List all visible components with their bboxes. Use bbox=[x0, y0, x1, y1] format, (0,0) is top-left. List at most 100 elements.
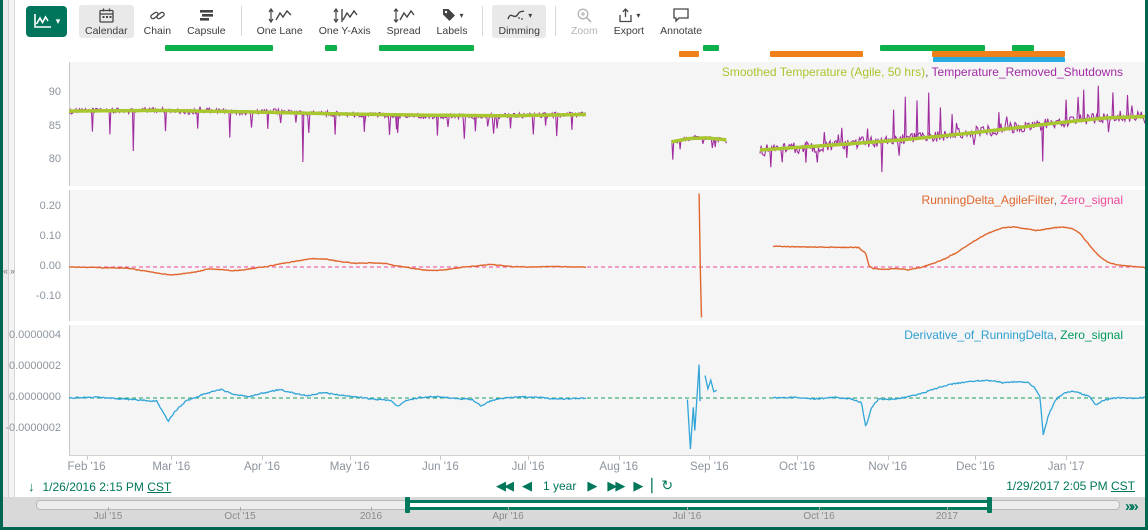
capsule-label: Capsule bbox=[187, 25, 226, 37]
step-forward-full-range-button[interactable]: ▶▶ bbox=[607, 478, 623, 494]
legend-item[interactable]: Derivative_of_RunningDelta bbox=[904, 328, 1053, 342]
step-forward-button[interactable]: ▶ bbox=[587, 478, 597, 494]
range-start-timezone-link[interactable]: CST bbox=[147, 480, 171, 494]
annotate-button[interactable]: Annotate bbox=[654, 5, 708, 38]
timeline-label: Apr '16 bbox=[492, 511, 523, 522]
selected-range[interactable] bbox=[408, 500, 989, 510]
y-axis-running-delta[interactable]: 0.200.100.00-0.10 bbox=[3, 190, 63, 321]
x-tick-label: Jul '16 bbox=[512, 461, 545, 473]
dimming-label: Dimming bbox=[498, 25, 539, 37]
zoom-icon bbox=[576, 7, 593, 24]
x-tick bbox=[87, 456, 88, 460]
refresh-icon[interactable]: ↻ bbox=[661, 477, 673, 494]
condition-green-capsule[interactable] bbox=[379, 45, 474, 51]
y-tick-label: -0.0000002 bbox=[3, 422, 61, 434]
condition-green-capsule[interactable] bbox=[165, 45, 273, 51]
x-tick bbox=[975, 456, 976, 460]
legend-item[interactable]: Zero_signal bbox=[1060, 193, 1123, 207]
one-lane-button[interactable]: One Lane bbox=[251, 5, 309, 38]
x-axis[interactable]: Feb '16Mar '16Apr '16May '16Jun '16Jul '… bbox=[69, 456, 1148, 476]
export-icon: ▾ bbox=[617, 7, 640, 24]
y-tick-label: 0.20 bbox=[3, 200, 61, 212]
x-tick-label: Feb '16 bbox=[68, 461, 106, 473]
range-navigation: ◀◀ ◀ 1 year ▶ ▶▶ ▶▕ ↻ bbox=[491, 477, 678, 494]
range-start-text: 1/26/2016 2:15 PM bbox=[43, 480, 148, 494]
x-tick-label: Aug '16 bbox=[599, 461, 638, 473]
export-button[interactable]: ▾Export bbox=[608, 5, 650, 38]
export-label: Export bbox=[614, 25, 644, 37]
dimming-icon: ▾ bbox=[506, 7, 532, 24]
zoom-button[interactable]: Zoom bbox=[565, 5, 604, 38]
lane-temperature[interactable] bbox=[69, 62, 1148, 186]
dimming-button[interactable]: ▾ Dimming bbox=[492, 5, 545, 38]
y-tick-label: 90 bbox=[3, 86, 61, 98]
jump-to-now-icon[interactable]: »» bbox=[1125, 498, 1136, 515]
one-lane-label: One Lane bbox=[257, 25, 303, 37]
calendar-button[interactable]: Calendar bbox=[79, 5, 134, 38]
y-tick-label: 85 bbox=[3, 120, 61, 132]
range-end-timestamp[interactable]: 1/29/2017 2:05 PM CST bbox=[1006, 479, 1135, 493]
x-tick bbox=[797, 456, 798, 460]
x-tick bbox=[528, 456, 529, 460]
range-start-timestamp[interactable]: ↓ 1/26/2016 2:15 PM CST bbox=[28, 479, 171, 494]
range-end-text: 1/29/2017 2:05 PM bbox=[1006, 479, 1111, 493]
x-tick-label: Apr '16 bbox=[244, 461, 280, 473]
y-tick-label: 0.0000004 bbox=[3, 329, 61, 341]
capsule-button[interactable]: Capsule bbox=[181, 5, 232, 38]
legend-item[interactable]: Temperature_Removed_Shutdowns bbox=[932, 65, 1123, 79]
condition-orange-capsule[interactable] bbox=[679, 51, 699, 57]
legend-item[interactable]: RunningDelta_AgileFilter bbox=[922, 193, 1054, 207]
chevron-down-icon: ▾ bbox=[528, 11, 532, 20]
labels-button[interactable]: ▾Labels bbox=[431, 5, 474, 38]
spread-button[interactable]: Spread bbox=[381, 5, 427, 38]
y-tick-label: -0.10 bbox=[3, 290, 61, 302]
y-tick-label: 0.10 bbox=[3, 230, 61, 242]
range-right-handle[interactable] bbox=[987, 497, 992, 513]
y-axis-temperature[interactable]: 90 85 80 bbox=[3, 62, 63, 186]
x-tick bbox=[171, 456, 172, 460]
trend-chart-icon bbox=[33, 13, 53, 29]
timeline-label: Oct '15 bbox=[224, 511, 255, 522]
annotate-icon bbox=[672, 7, 690, 24]
download-arrow-icon[interactable]: ↓ bbox=[28, 479, 35, 494]
spread-label: Spread bbox=[387, 25, 421, 37]
lane-running-delta[interactable] bbox=[69, 190, 1148, 321]
range-end-timezone-link[interactable]: CST bbox=[1111, 479, 1135, 493]
condition-green-capsule[interactable] bbox=[325, 45, 337, 51]
step-back-button[interactable]: ◀ bbox=[522, 478, 532, 494]
lane-derivative[interactable] bbox=[69, 325, 1148, 456]
legend-temperature[interactable]: Smoothed Temperature (Agile, 50 hrs), Te… bbox=[722, 65, 1123, 79]
x-tick-label: Mar '16 bbox=[152, 461, 190, 473]
step-to-end-button[interactable]: ▶▕ bbox=[633, 478, 651, 494]
timeline-label: Jul '15 bbox=[94, 511, 123, 522]
y-tick-label: 80 bbox=[3, 153, 61, 165]
trend-view-button[interactable]: ▾ bbox=[26, 6, 67, 37]
calendar-icon bbox=[98, 7, 115, 24]
timeline-scrubber: Jul '15Oct '152016Apr '16Jul '16Oct '162… bbox=[3, 497, 1145, 527]
x-tick bbox=[440, 456, 441, 460]
condition-orange-capsule[interactable] bbox=[770, 51, 863, 57]
one-lane-icon bbox=[267, 7, 293, 24]
timeline-label: Jul '16 bbox=[673, 511, 702, 522]
y-axis-derivative[interactable]: 0.00000040.00000020.0000000-0.0000002 bbox=[3, 325, 63, 456]
x-tick-label: Dec '16 bbox=[956, 461, 995, 473]
chain-button[interactable]: Chain bbox=[138, 5, 177, 38]
chevron-down-icon: ▾ bbox=[56, 16, 61, 27]
legend-running-delta[interactable]: RunningDelta_AgileFilter, Zero_signal bbox=[922, 193, 1123, 207]
timeline-label: Oct '16 bbox=[803, 511, 834, 522]
one-y-axis-button[interactable]: One Y-Axis bbox=[313, 5, 377, 38]
legend-item[interactable]: Zero_signal bbox=[1060, 328, 1123, 342]
chain-label: Chain bbox=[144, 25, 171, 37]
step-back-full-range-button[interactable]: ◀◀ bbox=[496, 478, 512, 494]
timeline-label: 2016 bbox=[360, 511, 382, 522]
x-tick bbox=[888, 456, 889, 460]
chevron-down-icon: ▾ bbox=[460, 11, 464, 20]
toolbar-separator bbox=[482, 6, 483, 36]
x-tick-label: Oct '16 bbox=[779, 461, 815, 473]
condition-green-capsule[interactable] bbox=[703, 45, 719, 51]
range-left-handle[interactable] bbox=[405, 497, 410, 513]
range-duration-label[interactable]: 1 year bbox=[543, 479, 576, 493]
legend-item[interactable]: Smoothed Temperature (Agile, 50 hrs) bbox=[722, 65, 925, 79]
x-tick-label: Jun '16 bbox=[422, 461, 459, 473]
legend-derivative[interactable]: Derivative_of_RunningDelta, Zero_signal bbox=[904, 328, 1123, 342]
